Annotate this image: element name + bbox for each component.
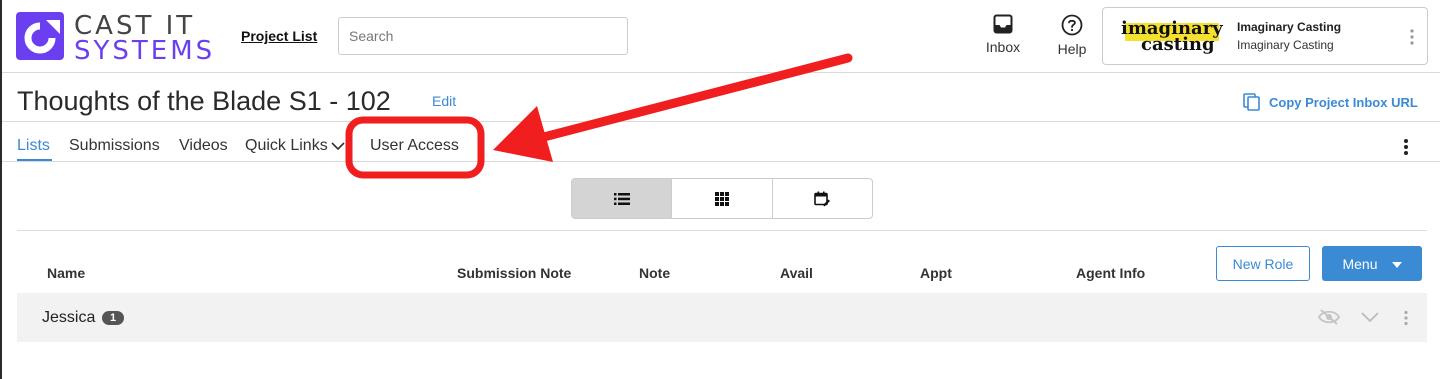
column-header-appt[interactable]: Appt bbox=[920, 265, 952, 281]
tab-lists[interactable]: Lists bbox=[17, 137, 50, 155]
page-title: Thoughts of the Blade S1 - 102 bbox=[17, 86, 391, 116]
divider bbox=[17, 230, 1427, 231]
account-name: Imaginary Casting bbox=[1237, 20, 1342, 34]
chevron-down-icon[interactable] bbox=[1361, 312, 1379, 323]
column-header-submission-note[interactable]: Submission Note bbox=[457, 265, 571, 281]
help-label: Help bbox=[1057, 41, 1087, 57]
account-more-icon[interactable] bbox=[1409, 28, 1415, 46]
cast-it-logo-icon bbox=[16, 12, 64, 60]
tab-quick-links-label: Quick Links bbox=[245, 137, 328, 154]
view-mode-toggle bbox=[571, 178, 873, 219]
role-name: Jessica bbox=[42, 309, 96, 326]
account-switcher[interactable]: imaginary casting Imaginary Casting Imag… bbox=[1102, 7, 1428, 65]
tab-submissions[interactable]: Submissions bbox=[69, 137, 160, 155]
role-count-badge: 1 bbox=[102, 311, 124, 325]
account-company: Imaginary Casting bbox=[1237, 38, 1334, 52]
more-options-icon[interactable] bbox=[1402, 138, 1410, 156]
help-button[interactable]: Help bbox=[1042, 14, 1102, 64]
edit-title-link[interactable]: Edit bbox=[432, 93, 456, 109]
logo-text-bottom: SYSTEMS bbox=[74, 36, 216, 66]
inbox-icon bbox=[993, 14, 1013, 34]
column-header-avail[interactable]: Avail bbox=[780, 265, 813, 281]
column-header-note[interactable]: Note bbox=[639, 265, 670, 281]
hide-eye-icon[interactable] bbox=[1318, 309, 1340, 325]
grid-view-icon bbox=[714, 191, 729, 206]
menu-button-label: Menu bbox=[1342, 255, 1378, 272]
column-header-name[interactable]: Name bbox=[47, 265, 85, 281]
copy-icon bbox=[1243, 93, 1260, 111]
grid-view-button[interactable] bbox=[672, 179, 773, 218]
calendar-edit-icon bbox=[814, 191, 831, 206]
row-more-icon[interactable] bbox=[1403, 310, 1409, 326]
divider bbox=[2, 121, 1440, 122]
help-icon bbox=[1061, 14, 1083, 36]
annotation-arrow-head bbox=[493, 106, 553, 162]
divider bbox=[2, 161, 1440, 162]
tab-videos[interactable]: Videos bbox=[179, 137, 228, 155]
caret-down-icon bbox=[1391, 261, 1402, 268]
role-row[interactable]: Jessica 1 bbox=[17, 293, 1427, 342]
column-header-agent-info[interactable]: Agent Info bbox=[1076, 265, 1145, 281]
chevron-down-icon bbox=[331, 142, 345, 150]
list-view-icon bbox=[613, 192, 630, 205]
tab-user-access[interactable]: User Access bbox=[370, 137, 459, 155]
inbox-label: Inbox bbox=[985, 39, 1021, 55]
menu-button[interactable]: Menu bbox=[1322, 246, 1422, 281]
tab-quick-links[interactable]: Quick Links bbox=[245, 137, 345, 155]
search-input[interactable] bbox=[338, 17, 628, 55]
project-list-link[interactable]: Project List bbox=[241, 28, 317, 44]
new-role-button[interactable]: New Role bbox=[1216, 246, 1310, 281]
list-view-button[interactable] bbox=[572, 179, 673, 218]
schedule-view-button[interactable] bbox=[773, 179, 872, 218]
top-navigation-bar: CAST IT SYSTEMS Project List Inbox Help … bbox=[2, 0, 1440, 73]
imaginary-casting-logo: imaginary casting bbox=[1121, 18, 1223, 55]
inbox-button[interactable]: Inbox bbox=[973, 14, 1033, 64]
cast-it-systems-logo[interactable]: CAST IT SYSTEMS bbox=[16, 11, 216, 66]
